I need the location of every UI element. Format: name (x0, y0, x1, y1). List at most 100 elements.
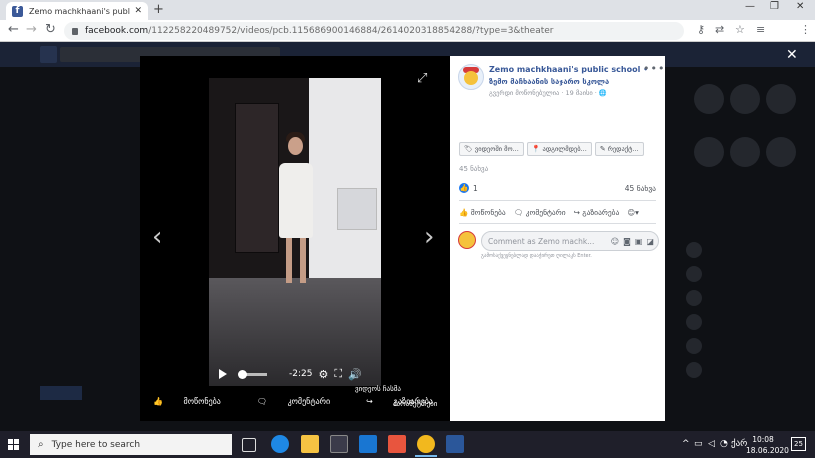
comment-button[interactable]: 🗨 კომენტარი (514, 208, 566, 217)
address-bar-row: ← → ↻ facebook.com /112258220489752/vide… (0, 20, 815, 58)
tag-icon: 🏷 (464, 145, 473, 153)
like-reaction-icon[interactable]: 👍 (459, 183, 469, 193)
video-frame-door (235, 103, 279, 253)
dimmed-avatar (694, 137, 724, 167)
play-icon[interactable] (219, 369, 227, 379)
chrome-icon[interactable] (417, 435, 435, 453)
reload-icon[interactable]: ↻ (45, 22, 56, 37)
options-link[interactable]: პარამეტრები (393, 400, 437, 408)
sticker-icon[interactable]: ◪ (646, 237, 654, 246)
tag-video-button[interactable]: 🏷 ვიდეოში მო... (459, 142, 524, 156)
fullscreen-icon[interactable]: ⛶ (334, 367, 342, 381)
page-avatar[interactable] (458, 64, 484, 90)
video-frame-radiator (337, 188, 377, 230)
language-indicator[interactable]: ქარ (731, 439, 747, 449)
more-options-icon[interactable]: ••• (643, 62, 665, 75)
expand-icon[interactable]: ⤢ (417, 71, 427, 86)
views-count-left: 45 ნახვა (459, 165, 489, 173)
reading-list-icon[interactable]: ≡ (756, 23, 765, 36)
reaction-selector-icon[interactable]: 😊▾ (627, 208, 639, 217)
share-button[interactable]: ↪ გაზიარება (574, 208, 620, 217)
video-frame-wall-light (309, 78, 381, 278)
clock-time: 10:08 (752, 435, 774, 444)
theater-close-icon[interactable]: ✕ (786, 47, 798, 63)
comment-placeholder: Comment as Zemo machk... (488, 236, 595, 246)
theater-actions: 👍 მოწონება 🗨 კომენტარი ↪ გაზიარება (153, 397, 433, 406)
window-close-icon[interactable]: ✕ (796, 1, 804, 12)
page-avatar-face (464, 71, 478, 85)
task-view-icon[interactable] (242, 438, 256, 452)
key-icon[interactable]: ⚷ (697, 23, 705, 36)
edge-icon[interactable] (271, 435, 289, 453)
theater-like-button[interactable]: 👍 მოწონება (153, 397, 239, 406)
volume-tray-icon[interactable]: ◁ (708, 439, 715, 449)
add-location-button[interactable]: 📍 ადგილმდებ... (526, 142, 592, 156)
comment-label: კომენტარი (525, 208, 566, 217)
emoji-icon[interactable]: ☺ (611, 237, 619, 246)
url-path: /112258220489752/videos/pcb.115686900146… (148, 26, 554, 36)
url-field[interactable]: facebook.com /112258220489752/videos/pcb… (64, 22, 684, 40)
camera-icon[interactable]: ◙ (623, 237, 631, 246)
video-seek-bar[interactable] (238, 369, 267, 379)
tab-close-icon[interactable]: ✕ (134, 6, 142, 16)
dimmed-promote-button (40, 386, 82, 400)
post-tools: 🏷 ვიდეოში მო... 📍 ადგილმდებ... ✎ რედაქტ... (459, 142, 647, 156)
video-frame-person (288, 137, 303, 155)
previous-arrow-icon[interactable]: ‹ (152, 224, 162, 250)
clock-date: 18.06.2020 (746, 446, 789, 455)
post-meta: გვერდი მოწონებულია · 19 მაისი · 🌐 (489, 89, 607, 97)
share-icon: ↪ (573, 208, 583, 217)
chip-label: რედაქტ... (607, 145, 639, 153)
word-icon[interactable] (446, 435, 464, 453)
video-theater: -2:25 ⚙ ⛶ 🔊 ‹ › ⤢ ვიდეოს ჩასმა 👍 მოწონებ… (140, 56, 450, 421)
dimmed-avatar (766, 84, 796, 114)
media-player-icon[interactable] (388, 435, 406, 453)
seek-handle[interactable] (238, 369, 247, 379)
store-icon[interactable] (330, 435, 348, 453)
video-time-remaining: -2:25 (289, 369, 313, 379)
dimmed-avatar (730, 84, 760, 114)
page-name-link[interactable]: Zemo machkhaani's public school • (489, 65, 648, 74)
tray-chevron-icon[interactable]: ^ (682, 439, 690, 449)
location-icon: 📍 (531, 145, 541, 153)
mail-icon[interactable] (359, 435, 377, 453)
comment-input[interactable]: Comment as Zemo machk... ☺ ◙ ▣ ◪ (481, 231, 659, 251)
forward-icon[interactable]: → (26, 22, 37, 37)
theater-comment-button[interactable]: 🗨 კომენტარი (257, 397, 348, 406)
settings-gear-icon[interactable]: ⚙ (318, 368, 328, 381)
battery-icon[interactable]: ▭ (694, 439, 703, 449)
divider (459, 200, 656, 201)
edit-post-button[interactable]: ✎ რედაქტ... (594, 142, 644, 156)
url-host: facebook.com (85, 26, 149, 36)
translate-icon[interactable]: ⇄ (715, 23, 724, 36)
video-frame-person (286, 238, 292, 283)
gif-icon[interactable]: ▣ (635, 237, 643, 246)
likes-count[interactable]: 1 (473, 184, 478, 193)
comment-hint: გამოსაქვეყნებლად დააჭირეთ ღილაკს Enter. (481, 253, 592, 259)
volume-icon[interactable]: 🔊 (348, 368, 362, 381)
browser-tab[interactable]: f Zemo machkhaani's public school ✕ (6, 2, 148, 20)
theater-comment-label: კომენტარი (287, 397, 331, 406)
tab-title: Zemo machkhaani's public school (29, 6, 130, 16)
minimize-icon[interactable]: — (745, 1, 755, 12)
taskbar-search[interactable]: ⌕ Type here to search (30, 434, 232, 455)
like-button[interactable]: 👍 მოწონება (459, 208, 506, 217)
windows-start-icon[interactable] (8, 439, 19, 450)
star-icon[interactable]: ☆ (735, 23, 745, 36)
share-icon: ↪ (366, 397, 376, 406)
dimmed-avatar (694, 84, 724, 114)
video-player[interactable]: -2:25 ⚙ ⛶ 🔊 (209, 78, 381, 386)
views-count-right[interactable]: 45 ნახვა (625, 184, 656, 193)
page-name-georgian[interactable]: ზემო მაჩხაანის საჯარო სკოლა (489, 77, 609, 86)
network-icon[interactable]: ◔ (720, 439, 728, 449)
new-tab-icon[interactable]: + (153, 2, 164, 18)
back-icon[interactable]: ← (8, 22, 19, 37)
next-arrow-icon[interactable]: › (424, 224, 434, 250)
maximize-icon[interactable]: ❐ (770, 1, 779, 12)
taskbar-clock[interactable]: 10:08 18.06.2020 (746, 434, 789, 456)
file-explorer-icon[interactable] (301, 435, 319, 453)
embed-video-link[interactable]: ვიდეოს ჩასმა (355, 385, 401, 393)
video-frame-person (300, 238, 306, 283)
menu-icon[interactable]: ⋮ (800, 23, 811, 36)
notification-center-icon[interactable]: 25 (791, 437, 806, 451)
